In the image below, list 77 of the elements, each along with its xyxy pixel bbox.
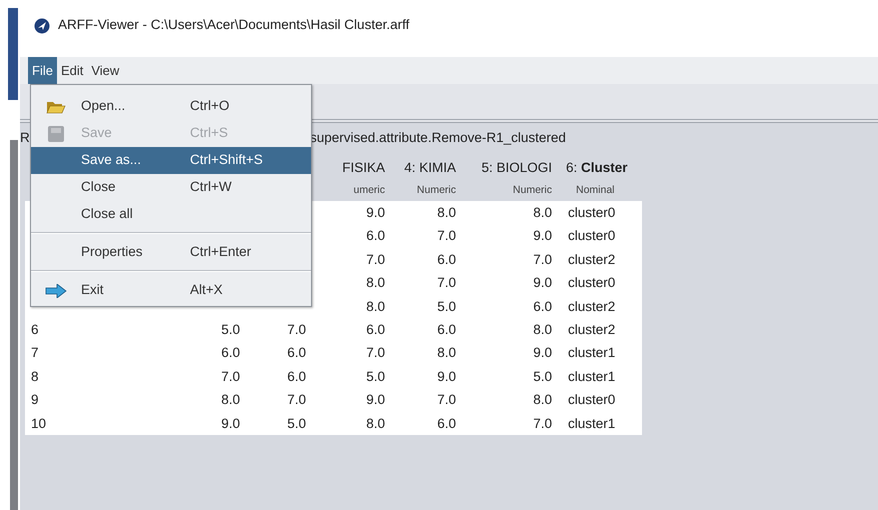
table-cell: 9.0 bbox=[366, 205, 385, 220]
menu-item[interactable]: View bbox=[87, 57, 124, 84]
table-cell: 7.0 bbox=[221, 368, 240, 384]
table-cell: cluster2 bbox=[568, 252, 616, 267]
menu-item[interactable]: Properties Ctrl+Enter bbox=[31, 239, 311, 266]
app-icon bbox=[34, 18, 50, 34]
table-cell: cluster0 bbox=[568, 392, 616, 408]
column-type: Numeric bbox=[512, 184, 552, 196]
table-cell: 7.0 bbox=[437, 275, 456, 290]
arrow-icon bbox=[45, 284, 67, 298]
column-header: FISIKA bbox=[342, 160, 385, 175]
table-cell: 6.0 bbox=[366, 228, 385, 244]
table-cell: 6.0 bbox=[287, 345, 306, 360]
table-cell: cluster1 bbox=[568, 345, 616, 360]
table-cell: cluster2 bbox=[568, 322, 616, 337]
table-cell: 6.0 bbox=[437, 322, 456, 337]
table-cell: cluster0 bbox=[568, 275, 616, 290]
table-cell: 7.0 bbox=[287, 392, 306, 408]
table-cell: 9.0 bbox=[533, 275, 552, 290]
table-cell: 7.0 bbox=[533, 252, 552, 267]
table-cell: cluster1 bbox=[568, 368, 616, 384]
column-header: 4: KIMIA bbox=[404, 160, 456, 175]
table-cell: 8.0 bbox=[437, 205, 456, 220]
table-cell: 10 bbox=[31, 416, 46, 431]
table-cell: 5.0 bbox=[366, 368, 385, 384]
table-cell: 6.0 bbox=[533, 298, 552, 314]
relation-label: R bbox=[20, 128, 30, 147]
table-cell: 8.0 bbox=[533, 322, 552, 337]
relation-label: supervised.attribute.Remove-R1_clustered bbox=[310, 128, 566, 147]
column-type: Numeric bbox=[416, 184, 456, 196]
table-cell: 6.0 bbox=[366, 322, 385, 337]
table-cell: 7.0 bbox=[533, 416, 552, 431]
menu-item[interactable]: Exit Alt+X bbox=[31, 277, 311, 304]
table-cell: 8.0 bbox=[221, 392, 240, 408]
menu-item[interactable]: Open... Ctrl+O bbox=[31, 93, 311, 120]
table-cell: cluster2 bbox=[568, 298, 616, 314]
table-cell: 9.0 bbox=[366, 392, 385, 408]
table-cell: 9.0 bbox=[221, 416, 240, 431]
table-cell: 8.0 bbox=[366, 416, 385, 431]
table-cell: 7.0 bbox=[287, 322, 306, 337]
table-cell: 5.0 bbox=[533, 368, 552, 384]
window-title: ARFF-Viewer - C:\Users\Acer\Documents\Hasil Cluster.arff bbox=[58, 16, 410, 34]
table-cell: 9.0 bbox=[533, 345, 552, 360]
table-cell: 8.0 bbox=[437, 345, 456, 360]
table-cell: 6.0 bbox=[287, 368, 306, 384]
table-cell: 8.0 bbox=[533, 205, 552, 220]
table-cell: 6.0 bbox=[437, 416, 456, 431]
table-cell: 8.0 bbox=[533, 392, 552, 408]
table-cell: cluster0 bbox=[568, 205, 616, 220]
column-type: Nominal bbox=[576, 184, 615, 196]
table-cell: cluster0 bbox=[568, 228, 616, 244]
table-cell: 7.0 bbox=[437, 228, 456, 244]
table-cell: 6.0 bbox=[221, 345, 240, 360]
column-header: 6: Cluster bbox=[566, 160, 628, 175]
column-header: 5: BIOLOGI bbox=[481, 160, 552, 175]
column-type: umeric bbox=[353, 184, 385, 196]
table-cell: 5.0 bbox=[287, 416, 306, 431]
table-cell: 8 bbox=[31, 368, 39, 384]
table-cell: 9 bbox=[31, 392, 39, 408]
menu-item[interactable]: Close all bbox=[31, 201, 311, 228]
table-cell: 5.0 bbox=[437, 298, 456, 314]
table-cell: cluster1 bbox=[568, 416, 616, 431]
table-cell: 8.0 bbox=[366, 298, 385, 314]
menu-item[interactable]: File bbox=[28, 57, 57, 84]
table-cell: 6 bbox=[31, 322, 39, 337]
table-cell: 8.0 bbox=[366, 275, 385, 290]
menu-item[interactable]: Close Ctrl+W bbox=[31, 174, 311, 201]
table-cell: 7.0 bbox=[437, 392, 456, 408]
table-cell: 9.0 bbox=[533, 228, 552, 244]
table-cell: 6.0 bbox=[437, 252, 456, 267]
table-cell: 5.0 bbox=[221, 322, 240, 337]
table-cell: 7 bbox=[31, 345, 39, 360]
table-cell: 7.0 bbox=[366, 252, 385, 267]
table-cell: 9.0 bbox=[437, 368, 456, 384]
menu-item[interactable]: Save as... Ctrl+Shift+S bbox=[31, 147, 311, 174]
table-cell: 7.0 bbox=[366, 345, 385, 360]
menu-item[interactable]: Edit bbox=[56, 57, 88, 84]
